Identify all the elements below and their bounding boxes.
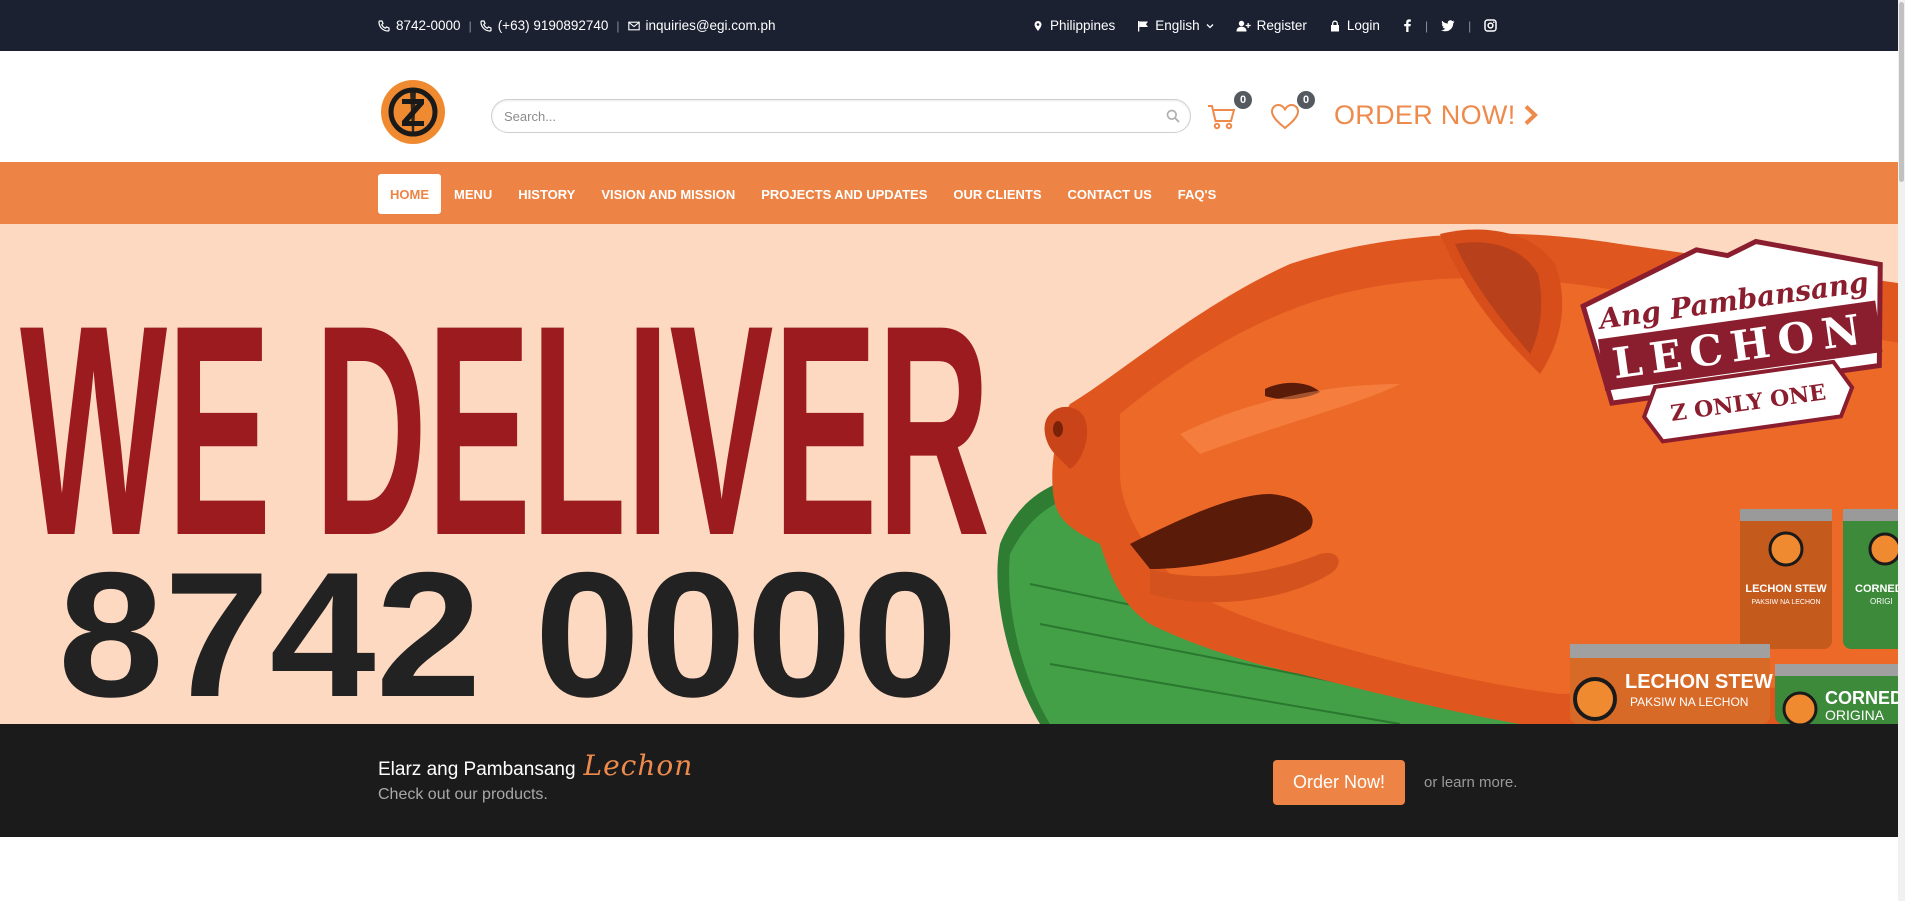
phone-landline[interactable]: 8742-0000: [378, 18, 461, 33]
envelope-icon: [627, 21, 640, 30]
order-now-link[interactable]: ORDER NOW!: [1334, 95, 1538, 135]
heart-icon: [1270, 103, 1300, 130]
login-link[interactable]: Login: [1329, 18, 1380, 33]
order-now-text: ORDER NOW!: [1334, 99, 1516, 130]
nav-item-contact-us[interactable]: CONTACT US: [1055, 174, 1165, 214]
order-now-button[interactable]: Order Now!: [1273, 760, 1405, 805]
cta-title-text: Elarz ang Pambansang: [378, 759, 576, 780]
map-marker-icon: [1034, 20, 1042, 31]
wishlist-button[interactable]: 0: [1270, 91, 1315, 133]
product-can: CORNED ORIGINA: [1775, 664, 1905, 724]
email-link[interactable]: inquiries@egi.com.ph: [627, 18, 776, 33]
nav-item-faqs[interactable]: FAQ'S: [1165, 174, 1230, 214]
login-text: Login: [1346, 18, 1380, 33]
register-text: Register: [1256, 18, 1307, 33]
hero-artwork: WE DELIVER 8742 0000 Ang Pambansang LECH…: [20, 229, 1905, 724]
product-can: LECHON STEW PAKSIW NA LECHON: [1740, 509, 1832, 649]
cart-icon: [1208, 105, 1236, 130]
language-selector[interactable]: English: [1137, 18, 1214, 33]
instagram-icon[interactable]: [1484, 19, 1497, 32]
cta-title-script: Lechon: [583, 749, 694, 782]
nav-item-projects-and-updates[interactable]: PROJECTS AND UPDATES: [748, 174, 940, 214]
nav-item-vision-and-mission[interactable]: VISION AND MISSION: [588, 174, 748, 214]
register-link[interactable]: Register: [1236, 18, 1307, 33]
nav-item-home[interactable]: HOME: [378, 174, 441, 214]
page-scrollbar[interactable]: [1898, 0, 1905, 901]
nav-item-history[interactable]: HISTORY: [505, 174, 588, 214]
phone-icon: [378, 19, 390, 32]
site-header: 0 0 ORDER NOW!: [0, 51, 1905, 162]
search-icon[interactable]: [1166, 109, 1180, 123]
wishlist-count-badge: 0: [1297, 91, 1315, 109]
chevron-right-icon: [1524, 105, 1538, 125]
hero-phone-number: 8742 0000: [58, 535, 958, 724]
phone-mobile[interactable]: (+63) 9190892740: [480, 18, 609, 33]
contact-info: 8742-0000 | (+63) 9190892740 | inquiries…: [378, 0, 776, 51]
search-bar: [491, 99, 1191, 133]
can-label-title: LECHON STEW: [1745, 583, 1827, 595]
user-plus-icon: [1236, 20, 1251, 31]
can-label-subtitle: ORIGINA: [1825, 707, 1885, 723]
cart-count-badge: 0: [1234, 91, 1252, 109]
product-can: CORNED L ORIGI: [1843, 509, 1905, 649]
search-input[interactable]: [492, 100, 1132, 132]
phone-landline-text: 8742-0000: [396, 18, 461, 33]
lock-icon: [1330, 20, 1339, 31]
cart-button[interactable]: 0: [1207, 91, 1252, 133]
chevron-down-icon: [1206, 23, 1214, 28]
separator: |: [616, 18, 620, 33]
can-label-subtitle: PAKSIW NA LECHON: [1751, 599, 1820, 606]
hero-banner[interactable]: WE DELIVER 8742 0000 Ang Pambansang LECH…: [0, 224, 1905, 724]
can-label-title: LECHON STEW: [1625, 671, 1773, 693]
top-bar: 8742-0000 | (+63) 9190892740 | inquiries…: [0, 0, 1905, 51]
flag-icon: [1138, 20, 1149, 31]
separator: |: [1425, 18, 1429, 33]
account-links: Philippines English Register Login: [1032, 0, 1402, 51]
scrollbar-thumb[interactable]: [1899, 2, 1904, 182]
phone-mobile-text: (+63) 9190892740: [497, 18, 609, 33]
learn-more-link[interactable]: or learn more.: [1424, 774, 1517, 791]
twitter-icon[interactable]: [1441, 19, 1455, 32]
nav-item-our-clients[interactable]: OUR CLIENTS: [940, 174, 1054, 214]
nav-menu: HOME MENU HISTORY VISION AND MISSION PRO…: [378, 174, 1229, 214]
separator: |: [1468, 18, 1472, 33]
cta-title: Elarz ang Pambansang Lechon: [378, 749, 693, 782]
brand-logo[interactable]: [380, 79, 446, 145]
social-links: | |: [1402, 0, 1497, 51]
nav-item-menu[interactable]: MENU: [441, 174, 505, 214]
language-text: English: [1155, 18, 1200, 33]
main-nav: HOME MENU HISTORY VISION AND MISSION PRO…: [0, 162, 1905, 228]
can-label-subtitle: PAKSIW NA LECHON: [1630, 695, 1748, 709]
can-label-title: CORNED: [1825, 688, 1903, 708]
facebook-icon[interactable]: [1402, 19, 1412, 32]
email-text: inquiries@egi.com.ph: [645, 18, 776, 33]
cta-subtitle: Check out our products.: [378, 786, 548, 803]
phone-icon: [480, 19, 492, 32]
cta-section: Elarz ang Pambansang Lechon Check out ou…: [0, 724, 1905, 837]
product-can: LECHON STEW PAKSIW NA LECHON: [1570, 644, 1773, 724]
can-label-subtitle: ORIGI: [1870, 597, 1893, 606]
country-text: Philippines: [1050, 18, 1116, 33]
country-selector[interactable]: Philippines: [1032, 18, 1115, 33]
separator: |: [468, 18, 472, 33]
